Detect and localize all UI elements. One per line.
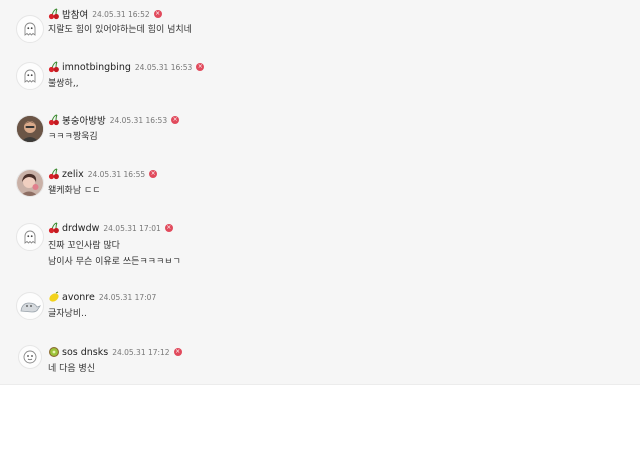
comment-line: 왤케화남 ㄷㄷ bbox=[48, 186, 101, 196]
avatar[interactable] bbox=[16, 62, 44, 90]
comment-line: ㅋㅋㅋ짱욱김 bbox=[48, 132, 98, 142]
ghost-avatar-icon bbox=[24, 22, 36, 36]
comment-nickname[interactable]: imnotbingbing bbox=[62, 62, 131, 73]
cherry-icon bbox=[48, 168, 60, 180]
dinosaur-avatar-icon bbox=[20, 302, 41, 313]
comment-list: 밥참여 24.05.31 16:52 × 지랄도 힘이 있어야하는데 힘이 넘치… bbox=[0, 0, 640, 385]
comment-nickname[interactable]: 밥참여 bbox=[62, 7, 88, 21]
comment-meta: 봉숭아방방 24.05.31 16:53 × bbox=[48, 113, 180, 127]
comment-meta: sos dnsks 24.05.31 17:12 × bbox=[48, 345, 182, 359]
comment-line: 글자낭비.. bbox=[48, 309, 87, 319]
profile-photo-icon bbox=[17, 170, 43, 196]
delete-comment-button[interactable]: × bbox=[153, 10, 162, 18]
comment-text: 불쌍하,, bbox=[48, 76, 79, 92]
comment-text: ㅋㅋㅋ짱욱김 bbox=[48, 129, 98, 145]
comment-date: 24.05.31 16:53 bbox=[109, 115, 168, 125]
comment-nickname[interactable]: zelix bbox=[62, 169, 84, 180]
cherry-icon bbox=[48, 61, 60, 73]
ghost-avatar-icon bbox=[24, 230, 36, 244]
comment-text: 진짜 꼬인사람 많다 남이사 무슨 이유로 쓰든ㅋㅋㅋㅂㄱ bbox=[48, 238, 181, 270]
comment-text: 네 다음 병신 bbox=[48, 361, 95, 377]
profile-photo-icon bbox=[17, 116, 43, 142]
comment-meta: avonre 24.05.31 17:07 bbox=[48, 290, 156, 304]
lemon-icon bbox=[48, 291, 60, 303]
comment-text: 지랄도 힘이 있어야하는데 힘이 넘치네 bbox=[48, 22, 192, 38]
comment-meta: drdwdw 24.05.31 17:01 × bbox=[48, 221, 173, 235]
comment-nickname[interactable]: drdwdw bbox=[62, 223, 99, 234]
comment-line: 지랄도 힘이 있어야하는데 힘이 넘치네 bbox=[48, 25, 192, 35]
comment-text: 글자낭비.. bbox=[48, 306, 87, 322]
avatar[interactable] bbox=[18, 345, 42, 369]
comment-meta: 밥참여 24.05.31 16:52 × bbox=[48, 7, 162, 21]
delete-comment-button[interactable]: × bbox=[164, 224, 173, 232]
comment-nickname[interactable]: sos dnsks bbox=[62, 347, 108, 358]
delete-comment-button[interactable]: × bbox=[171, 116, 180, 124]
comment-line: 불쌍하,, bbox=[48, 79, 79, 89]
comment-meta: imnotbingbing 24.05.31 16:53 × bbox=[48, 60, 205, 74]
comment-line: 남이사 무슨 이유로 쓰든ㅋㅋㅋㅂㄱ bbox=[48, 257, 181, 267]
delete-comment-button[interactable]: × bbox=[173, 348, 182, 356]
delete-comment-button[interactable]: × bbox=[149, 170, 158, 178]
comment-text: 왤케화남 ㄷㄷ bbox=[48, 183, 101, 199]
comment-nickname[interactable]: avonre bbox=[62, 292, 95, 303]
comment-date: 24.05.31 16:53 bbox=[134, 62, 193, 72]
comment-date: 24.05.31 16:55 bbox=[87, 169, 146, 179]
comment-date: 24.05.31 17:01 bbox=[103, 223, 161, 233]
avatar[interactable] bbox=[16, 223, 44, 251]
kiwi-icon bbox=[48, 346, 60, 358]
cherry-icon bbox=[48, 114, 60, 126]
face-avatar-icon bbox=[23, 350, 37, 364]
comment-nickname[interactable]: 봉숭아방방 bbox=[62, 113, 106, 127]
comment-meta: zelix 24.05.31 16:55 × bbox=[48, 167, 158, 181]
avatar[interactable] bbox=[16, 169, 44, 197]
comment-date: 24.05.31 16:52 bbox=[92, 9, 150, 19]
comment-date: 24.05.31 17:12 bbox=[112, 347, 170, 357]
comment-line: 네 다음 병신 bbox=[48, 364, 96, 374]
cherry-icon bbox=[48, 8, 60, 20]
avatar[interactable] bbox=[16, 292, 44, 320]
delete-comment-button[interactable]: × bbox=[196, 63, 205, 71]
ghost-avatar-icon bbox=[24, 69, 36, 83]
comment-date: 24.05.31 17:07 bbox=[98, 292, 157, 302]
cherry-icon bbox=[48, 222, 60, 234]
comment-line: 진짜 꼬인사람 많다 bbox=[48, 241, 120, 251]
avatar[interactable] bbox=[16, 15, 44, 43]
avatar[interactable] bbox=[16, 115, 44, 143]
